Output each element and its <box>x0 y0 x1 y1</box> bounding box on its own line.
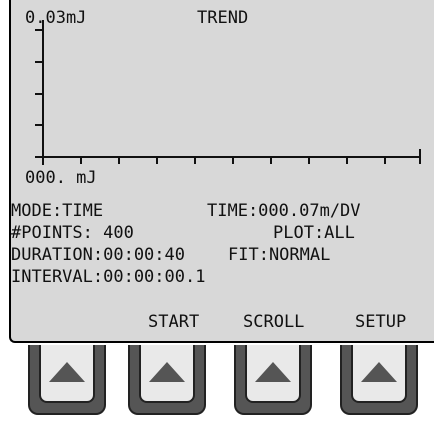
fit-readout: FIT:NORMAL <box>228 245 331 265</box>
up-triangle-icon <box>149 362 185 382</box>
softkey-button-face <box>139 345 195 403</box>
y-min-label: 000. mJ <box>25 168 97 188</box>
mode-readout: MODE:TIME <box>11 201 104 221</box>
lcd-screen: 0.03mJ TREND 000. mJ MODE:TIME TIME:000.… <box>9 0 434 343</box>
up-triangle-icon <box>49 362 85 382</box>
up-triangle-icon <box>361 362 397 382</box>
softkey-label-start: START <box>148 312 200 332</box>
duration-readout: DURATION:00:00:40 <box>11 245 185 265</box>
softkey-button-setup[interactable] <box>340 345 418 415</box>
points-readout: #POINTS: 400 <box>11 223 134 243</box>
time-readout: TIME:000.07m/DV <box>207 201 361 221</box>
softkey-button-face <box>351 345 407 403</box>
softkey-label-setup: SETUP <box>355 312 407 332</box>
softkey-label-scroll: SCROLL <box>243 312 305 332</box>
softkey-button-start[interactable] <box>128 345 206 415</box>
up-triangle-icon <box>255 362 291 382</box>
softkey-button-face <box>39 345 95 403</box>
plot-readout: PLOT:ALL <box>273 223 355 243</box>
softkey-button-1[interactable] <box>28 345 106 415</box>
softkey-button-face <box>245 345 301 403</box>
y-max-label: 0.03mJ <box>25 8 87 28</box>
softkey-button-scroll[interactable] <box>234 345 312 415</box>
screen-title: TREND <box>197 8 249 28</box>
interval-readout: INTERVAL:00:00:00.1 <box>11 267 206 287</box>
